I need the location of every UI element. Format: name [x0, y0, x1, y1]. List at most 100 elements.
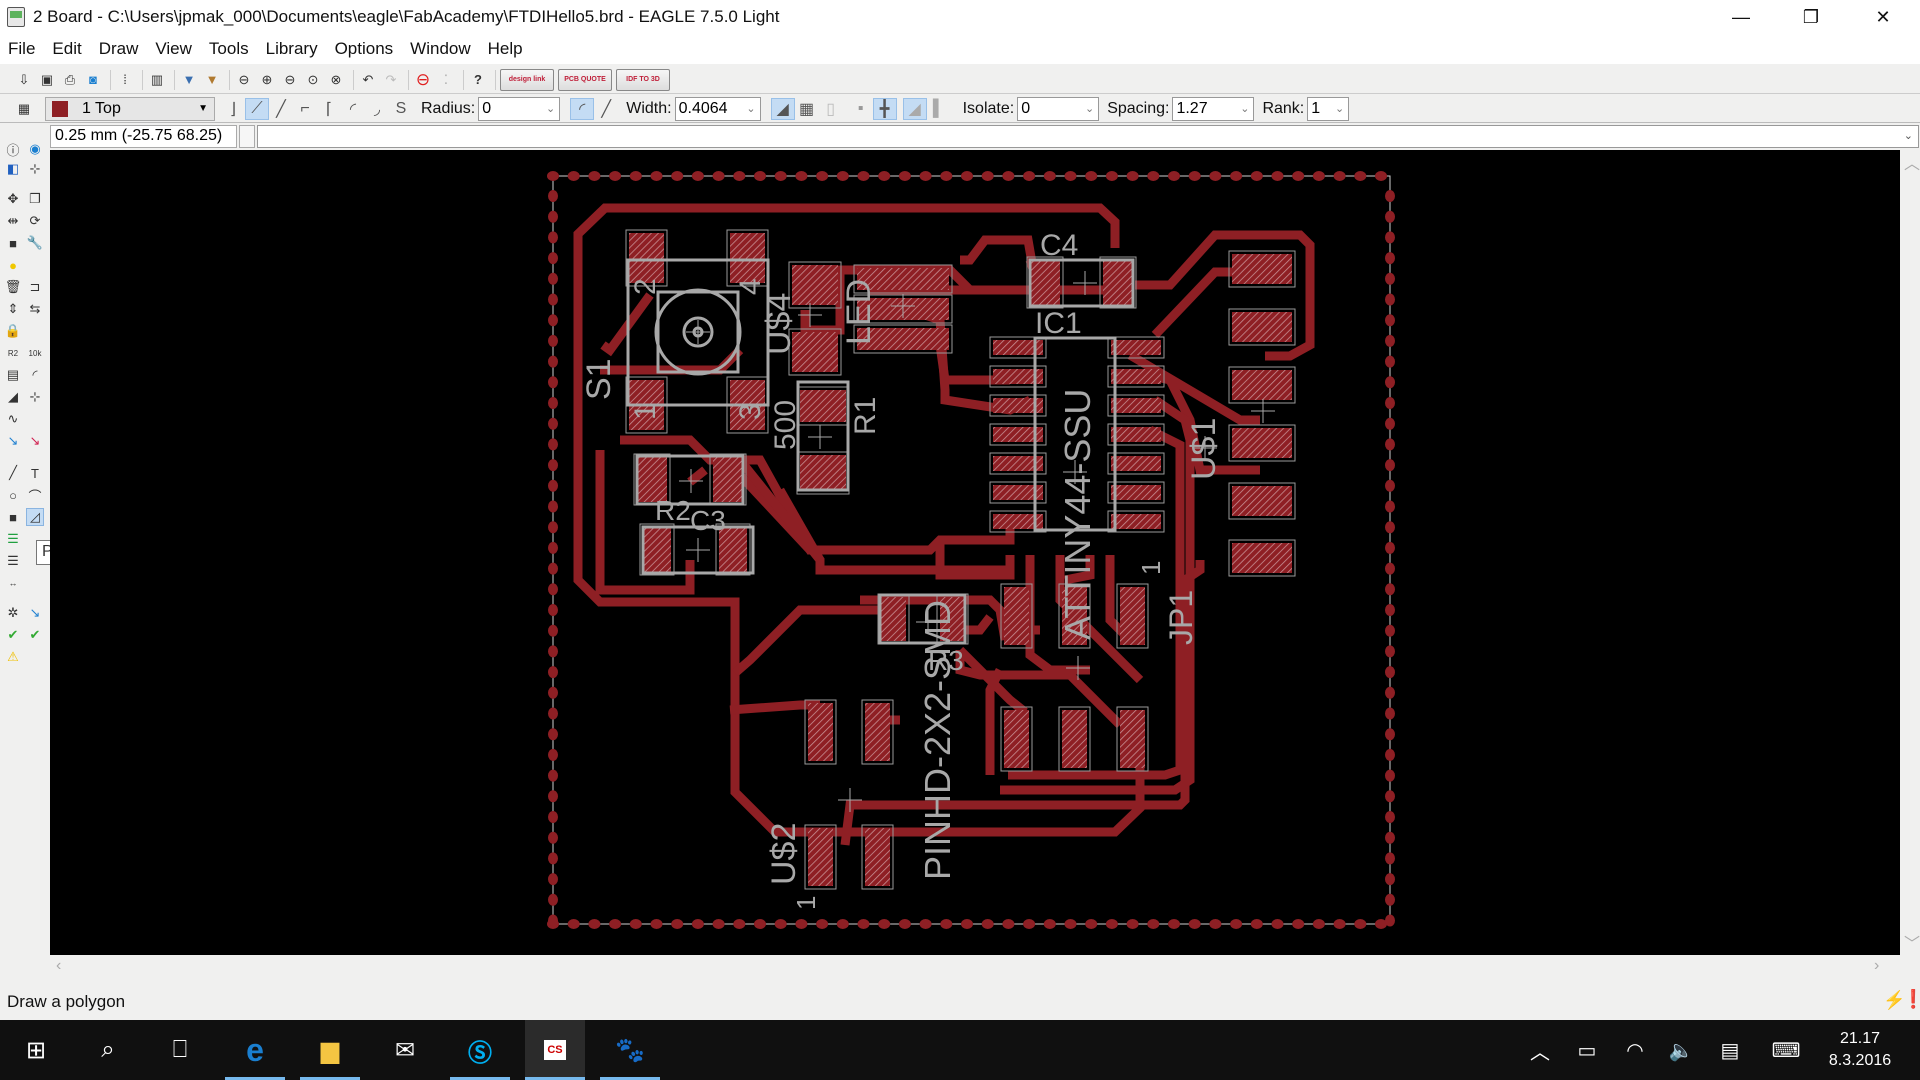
- open-button[interactable]: ⇩: [14, 70, 34, 90]
- orphans-on-button[interactable]: ▌: [927, 98, 951, 120]
- change-tool[interactable]: 🔧: [26, 234, 44, 252]
- rect-tool[interactable]: ■: [4, 508, 22, 526]
- smash-tool[interactable]: ▤: [4, 366, 22, 384]
- spacing-combo[interactable]: 1.27 ⌄: [1172, 96, 1255, 121]
- grid-button[interactable]: ▦: [14, 99, 34, 119]
- mirror-tool[interactable]: ⇹: [4, 212, 22, 230]
- pcb-quote-button[interactable]: PCB QUOTE: [558, 68, 612, 91]
- menu-edit[interactable]: Edit: [52, 39, 81, 59]
- help-button[interactable]: ?: [468, 70, 488, 90]
- menu-window[interactable]: Window: [410, 39, 470, 59]
- radius-combo[interactable]: 0 ⌄: [478, 96, 561, 121]
- meander-tool[interactable]: ∿: [4, 410, 22, 428]
- ulp-button[interactable]: ▥: [147, 70, 167, 90]
- save-button[interactable]: ▣: [37, 70, 57, 90]
- zoom-in-button[interactable]: ⊕: [257, 70, 277, 90]
- scroll-left-icon[interactable]: ‹: [56, 957, 61, 975]
- taskbar-eagle[interactable]: CS: [525, 1020, 585, 1080]
- task-view-button[interactable]: ⎕: [150, 1020, 210, 1080]
- thermals-off-button[interactable]: ▪: [849, 98, 873, 120]
- wire-tool[interactable]: ╱: [4, 464, 22, 482]
- layer-select[interactable]: 1 Top ▼: [45, 96, 215, 121]
- rank-combo[interactable]: 1 ⌄: [1307, 96, 1350, 121]
- hole-tool[interactable]: ☰: [4, 552, 22, 570]
- rotate-tool[interactable]: ⟳: [26, 212, 44, 230]
- miter-straight-button[interactable]: ╱: [594, 98, 618, 120]
- menu-view[interactable]: View: [155, 39, 192, 59]
- board-button[interactable]: ▼: [202, 70, 222, 90]
- add-tool[interactable]: ⊐: [26, 278, 44, 296]
- vertical-scrollbar[interactable]: ︿ ﹀: [1900, 150, 1920, 955]
- battery-button[interactable]: ▭: [1572, 1020, 1602, 1080]
- taskbar-edge[interactable]: e: [225, 1020, 285, 1080]
- script-button[interactable]: ⁞: [115, 70, 135, 90]
- zoom-fit-button[interactable]: ⊖: [234, 70, 254, 90]
- ratsnest-tool[interactable]: ✲: [4, 604, 22, 622]
- action-center-button[interactable]: ▤: [1715, 1020, 1745, 1080]
- via-tool[interactable]: ☰: [4, 530, 22, 548]
- minimize-button[interactable]: —: [1706, 0, 1776, 34]
- taskbar-file-explorer[interactable]: ▆: [300, 1020, 360, 1080]
- isolate-combo[interactable]: 0 ⌄: [1017, 96, 1100, 121]
- bend-style-2[interactable]: ╱: [269, 98, 293, 120]
- scroll-up-icon[interactable]: ︿: [1904, 150, 1920, 174]
- board-canvas[interactable]: S1 U$4 LED C4 IC1 ATTINY44-SSU U$1 R1 500 R2 C3 R3 P…: [50, 150, 1900, 955]
- move-tool[interactable]: ✥: [4, 190, 22, 208]
- bend-style-4[interactable]: ⌈: [317, 98, 341, 120]
- redraw-button[interactable]: ⊗: [326, 70, 346, 90]
- idf-to-3d-button[interactable]: IDF TO 3D: [616, 68, 670, 91]
- bend-style-6[interactable]: ◞: [365, 98, 389, 120]
- redo-button[interactable]: ↷: [381, 70, 401, 90]
- zoom-select-button[interactable]: ⊙: [303, 70, 323, 90]
- bend-style-7[interactable]: S: [389, 98, 413, 120]
- volume-button[interactable]: 🔈: [1666, 1020, 1696, 1080]
- horizontal-scrollbar[interactable]: ‹ ›: [50, 955, 1900, 981]
- replace-tool[interactable]: ⇕: [4, 300, 22, 318]
- dimension-tool[interactable]: ↔: [4, 574, 22, 592]
- restore-button[interactable]: ❐: [1776, 0, 1846, 34]
- pour-outline-button[interactable]: ▯: [819, 98, 843, 120]
- route-tool[interactable]: ↘: [4, 432, 22, 450]
- thermals-on-button[interactable]: ╋: [872, 97, 897, 120]
- text-tool[interactable]: T: [26, 464, 44, 482]
- delete-tool[interactable]: 🗑: [4, 278, 22, 296]
- taskbar-gimp[interactable]: 🐾: [600, 1020, 660, 1080]
- menu-options[interactable]: Options: [335, 39, 394, 59]
- pour-solid-button[interactable]: ◢: [770, 97, 795, 120]
- circle-tool[interactable]: ○: [4, 486, 22, 504]
- miter-tool[interactable]: ◜: [26, 366, 44, 384]
- search-button[interactable]: ⌕: [78, 1020, 138, 1080]
- erc-tool[interactable]: ✔: [4, 626, 22, 644]
- bend-style-5[interactable]: ◜: [341, 98, 365, 120]
- menu-draw[interactable]: Draw: [99, 39, 139, 59]
- mark-tool[interactable]: ⊹: [26, 160, 44, 178]
- command-history-button[interactable]: [239, 125, 255, 148]
- bend-style-3[interactable]: ⌐: [293, 98, 317, 120]
- width-combo[interactable]: 0.4064 ⌄: [674, 96, 761, 121]
- orphans-off-button[interactable]: ◢: [902, 97, 927, 120]
- scroll-down-icon[interactable]: ﹀: [1904, 930, 1920, 954]
- wifi-button[interactable]: ◠: [1620, 1020, 1650, 1080]
- go-button[interactable]: ⁚: [436, 70, 456, 90]
- start-button[interactable]: ⊞: [6, 1020, 66, 1080]
- clock[interactable]: 21.17 8.3.2016: [1810, 1028, 1910, 1072]
- display-tool[interactable]: ◧: [4, 160, 22, 178]
- taskbar-mail[interactable]: ✉: [375, 1020, 435, 1080]
- name-tool[interactable]: R2: [4, 344, 22, 362]
- bend-style-0[interactable]: ⌋: [221, 98, 245, 120]
- menu-help[interactable]: Help: [488, 39, 523, 59]
- info-tool[interactable]: ⓘ: [4, 140, 22, 158]
- menu-library[interactable]: Library: [266, 39, 318, 59]
- paste-tool[interactable]: ●: [4, 256, 22, 274]
- errors-tool[interactable]: ⚠: [4, 648, 22, 666]
- alert-icon[interactable]: ❗: [1902, 989, 1920, 1010]
- bend-style-1[interactable]: ⟋: [245, 97, 269, 120]
- keyboard-button[interactable]: ⌨: [1768, 1020, 1804, 1080]
- lock-tool[interactable]: 🔒: [4, 322, 22, 340]
- miter-round-button[interactable]: ◜: [570, 97, 595, 120]
- group-tool[interactable]: ■: [4, 234, 22, 252]
- tray-overflow-button[interactable]: ︿: [1525, 1020, 1555, 1080]
- menu-tools[interactable]: Tools: [209, 39, 249, 59]
- design-link-button[interactable]: design link: [500, 68, 554, 91]
- copy-tool[interactable]: ❐: [26, 190, 44, 208]
